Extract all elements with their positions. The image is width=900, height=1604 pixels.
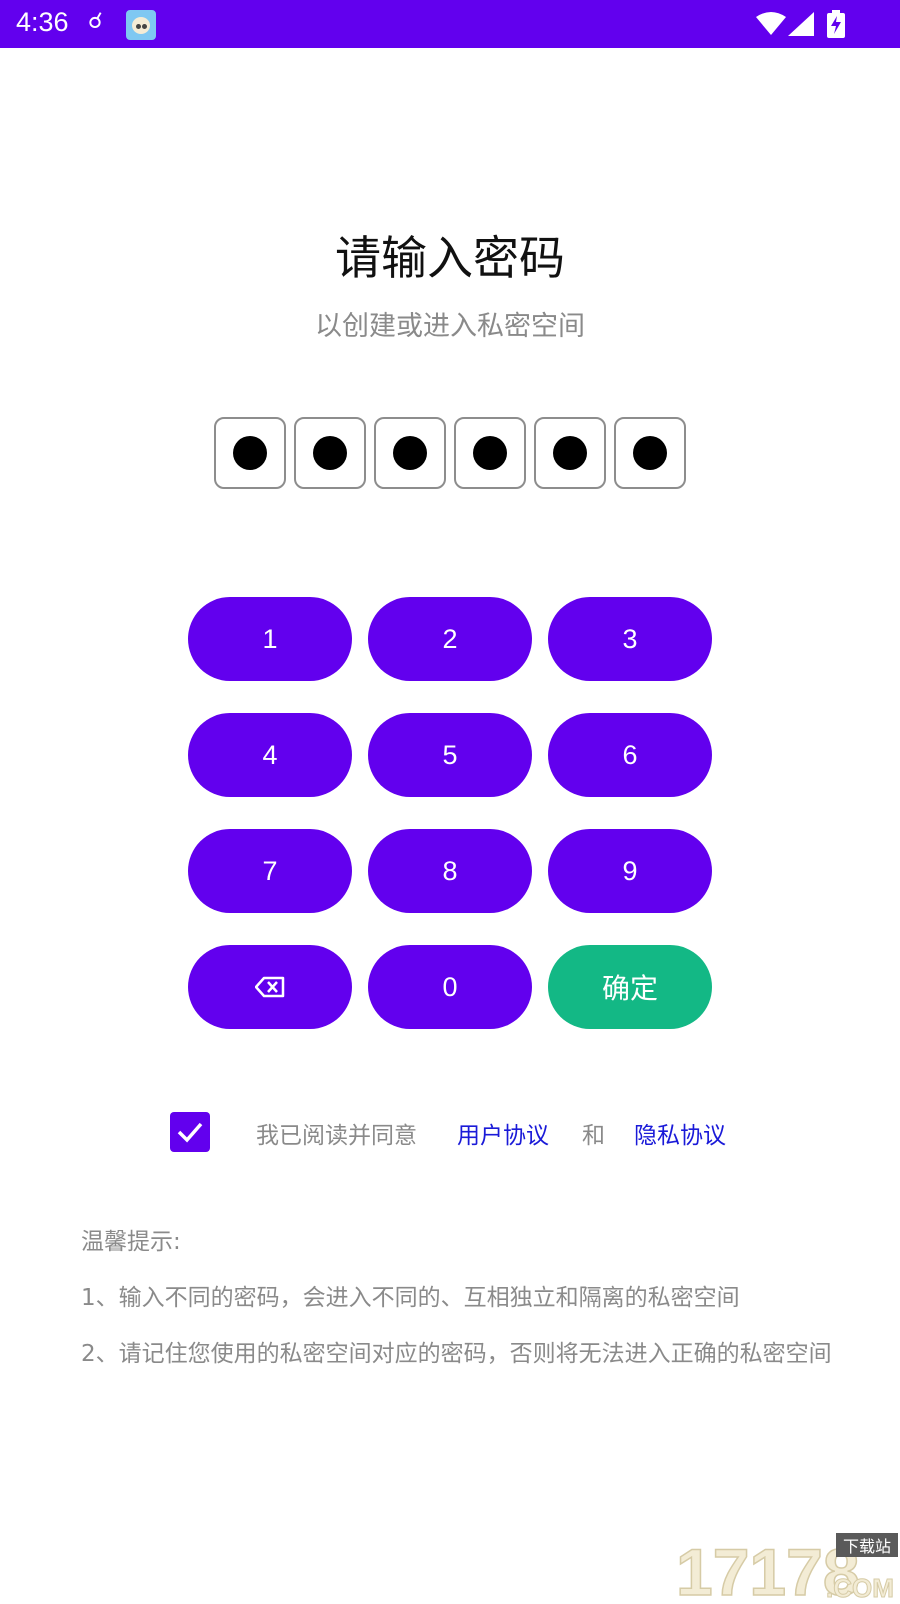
checkmark-icon [177, 1122, 203, 1143]
backspace-button[interactable] [188, 945, 352, 1029]
tips-section: 温馨提示: 1、输入不同的密码，会进入不同的、互相独立和隔离的私密空间 2、请记… [81, 1218, 841, 1386]
page-subtitle: 以创建或进入私密空间 [315, 311, 585, 342]
pin-dot [633, 436, 667, 470]
key-6[interactable]: 6 [548, 713, 712, 797]
tip-item-2: 2、请记住您使用的私密空间对应的密码，否则将无法进入正确的私密空间 [81, 1341, 832, 1367]
page-title: 请输入密码 [335, 231, 565, 285]
pin-dot [233, 436, 267, 470]
agreement-row: 我已阅读并同意 用户协议 和 隐私协议 [0, 1110, 900, 1154]
pin-box [534, 417, 606, 489]
baby-face-app-icon [126, 10, 156, 40]
pin-display [214, 417, 687, 489]
svg-text:下载站: 下载站 [843, 1537, 891, 1556]
status-bar: 4:36 ☌ [0, 0, 900, 48]
pin-dot [313, 436, 347, 470]
pin-box [614, 417, 686, 489]
pin-box [214, 417, 286, 489]
key-9[interactable]: 9 [548, 829, 712, 913]
status-time: 4:36 [16, 7, 69, 37]
key-5[interactable]: 5 [368, 713, 532, 797]
agree-checkbox[interactable] [170, 1112, 210, 1152]
pin-dot [473, 436, 507, 470]
key-8[interactable]: 8 [368, 829, 532, 913]
tips-title: 温馨提示: [81, 1229, 181, 1255]
battery-charging-icon [827, 10, 845, 38]
key-3[interactable]: 3 [548, 597, 712, 681]
key-2[interactable]: 2 [368, 597, 532, 681]
pin-box [294, 417, 366, 489]
key-0[interactable]: 0 [368, 945, 532, 1029]
watermark-logo: 17178 下载站 .COM [675, 1533, 900, 1604]
wifi-icon [756, 12, 786, 35]
pin-box [454, 417, 526, 489]
tip-item-1: 1、输入不同的密码，会进入不同的、互相独立和隔离的私密空间 [81, 1285, 740, 1311]
pin-box [374, 417, 446, 489]
confirm-button[interactable]: 确定 [548, 945, 712, 1029]
key-1[interactable]: 1 [188, 597, 352, 681]
pin-dot [393, 436, 427, 470]
key-4[interactable]: 4 [188, 713, 352, 797]
cellular-signal-icon [788, 12, 814, 36]
usb-icon: ☌ [88, 9, 103, 34]
user-agreement-link[interactable]: 用户协议 [457, 1116, 549, 1150]
svg-text:.COM: .COM [826, 1573, 894, 1600]
pin-dot [553, 436, 587, 470]
agree-and-text: 和 [582, 1123, 605, 1149]
privacy-agreement-link[interactable]: 隐私协议 [634, 1116, 726, 1150]
key-7[interactable]: 7 [188, 829, 352, 913]
backspace-icon [255, 976, 285, 998]
agree-text: 我已阅读并同意 [256, 1123, 417, 1149]
